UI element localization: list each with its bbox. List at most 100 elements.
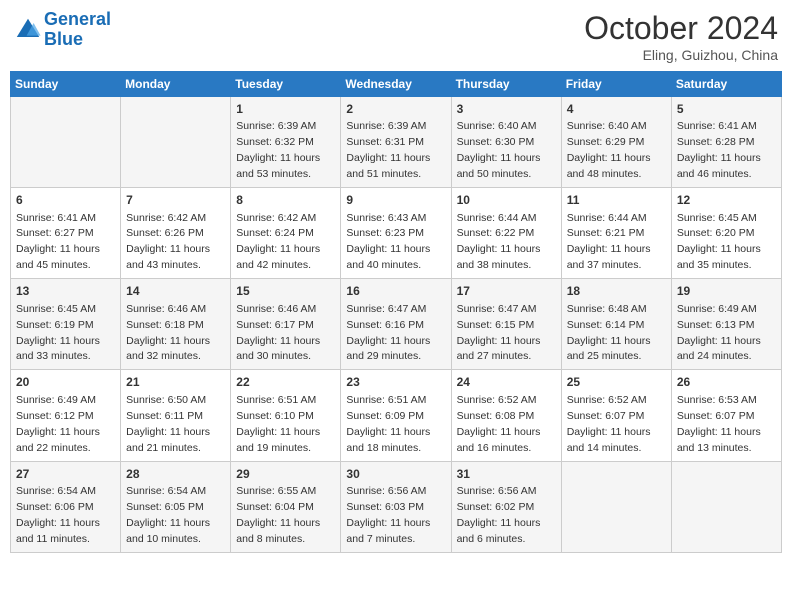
day-cell-31: 31 Sunrise: 6:56 AMSunset: 6:02 PMDayligh… [451, 461, 561, 552]
day-cell-18: 18 Sunrise: 6:48 AMSunset: 6:14 PMDayligh… [561, 279, 671, 370]
day-number: 2 [346, 101, 445, 118]
logo-icon [14, 16, 42, 44]
day-cell-27: 27Sunrise: 6:54 AMSunset: 6:06 PMDayligh… [11, 461, 121, 552]
col-friday: Friday [561, 72, 671, 97]
empty-cell [561, 461, 671, 552]
day-cell-20: 20 Sunrise: 6:49 AMSunset: 6:12 PMDayligh… [11, 370, 121, 461]
day-cell-5: 5 Sunrise: 6:41 AMSunset: 6:28 PMDaylight… [671, 97, 781, 188]
logo-text: General Blue [44, 10, 111, 50]
day-number: 6 [16, 192, 115, 209]
day-number: 29 [236, 466, 335, 483]
day-cell-12: 12 Sunrise: 6:45 AMSunset: 6:20 PMDayligh… [671, 188, 781, 279]
day-info: Sunrise: 6:54 AMSunset: 6:05 PMDaylight:… [126, 485, 210, 545]
day-info: Sunrise: 6:47 AMSunset: 6:15 PMDaylight:… [457, 303, 541, 363]
day-info: Sunrise: 6:48 AMSunset: 6:14 PMDaylight:… [567, 303, 651, 363]
day-info: Sunrise: 6:45 AMSunset: 6:20 PMDaylight:… [677, 212, 761, 272]
month-year: October 2024 [584, 10, 778, 47]
calendar-header: SundayMondayTuesdayWednesdayThursdayFrid… [11, 72, 782, 97]
calendar-table: SundayMondayTuesdayWednesdayThursdayFrid… [10, 71, 782, 553]
day-cell-25: 25Sunrise: 6:52 AMSunset: 6:07 PMDayligh… [561, 370, 671, 461]
day-info: Sunrise: 6:51 AMSunset: 6:09 PMDaylight:… [346, 394, 430, 454]
day-cell-3: 3 Sunrise: 6:40 AMSunset: 6:30 PMDaylight… [451, 97, 561, 188]
day-info: Sunrise: 6:55 AMSunset: 6:04 PMDaylight:… [236, 485, 320, 545]
day-cell-6: 6 Sunrise: 6:41 AMSunset: 6:27 PMDaylight… [11, 188, 121, 279]
calendar-body: 1Sunrise: 6:39 AMSunset: 6:32 PMDaylight… [11, 97, 782, 553]
day-number: 20 [16, 374, 115, 391]
day-number: 19 [677, 283, 776, 300]
day-cell-19: 19Sunrise: 6:49 AMSunset: 6:13 PMDayligh… [671, 279, 781, 370]
week-row-3: 13 Sunrise: 6:45 AMSunset: 6:19 PMDayligh… [11, 279, 782, 370]
day-cell-23: 23 Sunrise: 6:51 AMSunset: 6:09 PMDayligh… [341, 370, 451, 461]
day-cell-29: 29 Sunrise: 6:55 AMSunset: 6:04 PMDayligh… [231, 461, 341, 552]
day-number: 15 [236, 283, 335, 300]
day-info: Sunrise: 6:44 AMSunset: 6:21 PMDaylight:… [567, 212, 651, 272]
col-sunday: Sunday [11, 72, 121, 97]
day-number: 21 [126, 374, 225, 391]
day-cell-10: 10 Sunrise: 6:44 AMSunset: 6:22 PMDayligh… [451, 188, 561, 279]
day-number: 18 [567, 283, 666, 300]
day-cell-8: 8 Sunrise: 6:42 AMSunset: 6:24 PMDaylight… [231, 188, 341, 279]
day-number: 13 [16, 283, 115, 300]
day-number: 27 [16, 466, 115, 483]
day-cell-26: 26Sunrise: 6:53 AMSunset: 6:07 PMDayligh… [671, 370, 781, 461]
day-number: 23 [346, 374, 445, 391]
day-info: Sunrise: 6:46 AMSunset: 6:18 PMDaylight:… [126, 303, 210, 363]
day-info: Sunrise: 6:39 AMSunset: 6:32 PMDaylight:… [236, 120, 320, 180]
day-info: Sunrise: 6:56 AMSunset: 6:03 PMDaylight:… [346, 485, 430, 545]
day-cell-14: 14 Sunrise: 6:46 AMSunset: 6:18 PMDayligh… [121, 279, 231, 370]
day-cell-9: 9Sunrise: 6:43 AMSunset: 6:23 PMDaylight… [341, 188, 451, 279]
col-wednesday: Wednesday [341, 72, 451, 97]
day-number: 3 [457, 101, 556, 118]
day-info: Sunrise: 6:49 AMSunset: 6:12 PMDaylight:… [16, 394, 100, 454]
day-number: 5 [677, 101, 776, 118]
day-number: 12 [677, 192, 776, 209]
day-info: Sunrise: 6:45 AMSunset: 6:19 PMDaylight:… [16, 303, 100, 363]
day-cell-22: 22Sunrise: 6:51 AMSunset: 6:10 PMDayligh… [231, 370, 341, 461]
day-number: 7 [126, 192, 225, 209]
empty-cell [11, 97, 121, 188]
location: Eling, Guizhou, China [584, 47, 778, 63]
day-number: 17 [457, 283, 556, 300]
day-number: 31 [457, 466, 556, 483]
col-saturday: Saturday [671, 72, 781, 97]
day-cell-16: 16 Sunrise: 6:47 AMSunset: 6:16 PMDayligh… [341, 279, 451, 370]
day-cell-2: 2 Sunrise: 6:39 AMSunset: 6:31 PMDaylight… [341, 97, 451, 188]
day-info: Sunrise: 6:41 AMSunset: 6:27 PMDaylight:… [16, 212, 100, 272]
week-row-4: 20 Sunrise: 6:49 AMSunset: 6:12 PMDayligh… [11, 370, 782, 461]
day-info: Sunrise: 6:43 AMSunset: 6:23 PMDaylight:… [346, 212, 430, 272]
day-number: 11 [567, 192, 666, 209]
day-info: Sunrise: 6:40 AMSunset: 6:30 PMDaylight:… [457, 120, 541, 180]
day-info: Sunrise: 6:42 AMSunset: 6:24 PMDaylight:… [236, 212, 320, 272]
day-number: 14 [126, 283, 225, 300]
col-thursday: Thursday [451, 72, 561, 97]
day-cell-7: 7Sunrise: 6:42 AMSunset: 6:26 PMDaylight… [121, 188, 231, 279]
col-tuesday: Tuesday [231, 72, 341, 97]
day-cell-15: 15Sunrise: 6:46 AMSunset: 6:17 PMDayligh… [231, 279, 341, 370]
day-cell-1: 1Sunrise: 6:39 AMSunset: 6:32 PMDaylight… [231, 97, 341, 188]
days-of-week-row: SundayMondayTuesdayWednesdayThursdayFrid… [11, 72, 782, 97]
day-info: Sunrise: 6:52 AMSunset: 6:08 PMDaylight:… [457, 394, 541, 454]
day-cell-24: 24Sunrise: 6:52 AMSunset: 6:08 PMDayligh… [451, 370, 561, 461]
day-info: Sunrise: 6:39 AMSunset: 6:31 PMDaylight:… [346, 120, 430, 180]
day-cell-17: 17 Sunrise: 6:47 AMSunset: 6:15 PMDayligh… [451, 279, 561, 370]
day-number: 8 [236, 192, 335, 209]
week-row-5: 27Sunrise: 6:54 AMSunset: 6:06 PMDayligh… [11, 461, 782, 552]
day-info: Sunrise: 6:47 AMSunset: 6:16 PMDaylight:… [346, 303, 430, 363]
day-info: Sunrise: 6:50 AMSunset: 6:11 PMDaylight:… [126, 394, 210, 454]
day-number: 30 [346, 466, 445, 483]
day-info: Sunrise: 6:56 AMSunset: 6:02 PMDaylight:… [457, 485, 541, 545]
page-header: General Blue October 2024 Eling, Guizhou… [10, 10, 782, 63]
empty-cell [671, 461, 781, 552]
day-info: Sunrise: 6:44 AMSunset: 6:22 PMDaylight:… [457, 212, 541, 272]
day-info: Sunrise: 6:41 AMSunset: 6:28 PMDaylight:… [677, 120, 761, 180]
day-number: 10 [457, 192, 556, 209]
day-cell-13: 13 Sunrise: 6:45 AMSunset: 6:19 PMDayligh… [11, 279, 121, 370]
day-number: 22 [236, 374, 335, 391]
week-row-1: 1Sunrise: 6:39 AMSunset: 6:32 PMDaylight… [11, 97, 782, 188]
day-info: Sunrise: 6:53 AMSunset: 6:07 PMDaylight:… [677, 394, 761, 454]
day-number: 16 [346, 283, 445, 300]
day-info: Sunrise: 6:40 AMSunset: 6:29 PMDaylight:… [567, 120, 651, 180]
title-block: October 2024 Eling, Guizhou, China [584, 10, 778, 63]
logo: General Blue [14, 10, 111, 50]
week-row-2: 6 Sunrise: 6:41 AMSunset: 6:27 PMDaylight… [11, 188, 782, 279]
